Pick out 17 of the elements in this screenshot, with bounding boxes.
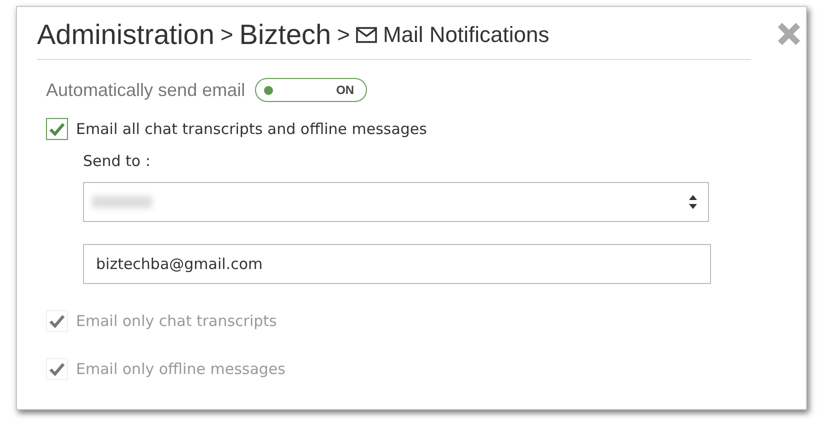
close-icon[interactable]	[776, 21, 802, 47]
toggle-label: Automatically send email	[46, 80, 246, 100]
blurred-value	[92, 196, 152, 208]
breadcrumb-item: Mail Notifications	[382, 22, 550, 48]
checkbox-label: Email only chat transcripts	[76, 312, 277, 330]
breadcrumb-separator: >	[220, 22, 234, 48]
breadcrumb-item[interactable]: Biztech	[239, 19, 332, 51]
breadcrumb-item[interactable]: Administration	[37, 19, 214, 51]
sort-arrows-icon	[688, 194, 698, 210]
checkbox-label: Email only offline messages	[76, 360, 286, 378]
email-field[interactable]: biztechba@gmail.com	[83, 244, 711, 284]
checkbox-label: Email all chat transcripts and offline messages	[76, 120, 427, 138]
toggle-switch[interactable]: ON	[255, 78, 368, 102]
envelope-icon	[356, 27, 377, 43]
checkbox[interactable]	[46, 118, 68, 140]
send-to-label: Send to :	[83, 152, 152, 170]
breadcrumb-separator: >	[337, 22, 350, 48]
